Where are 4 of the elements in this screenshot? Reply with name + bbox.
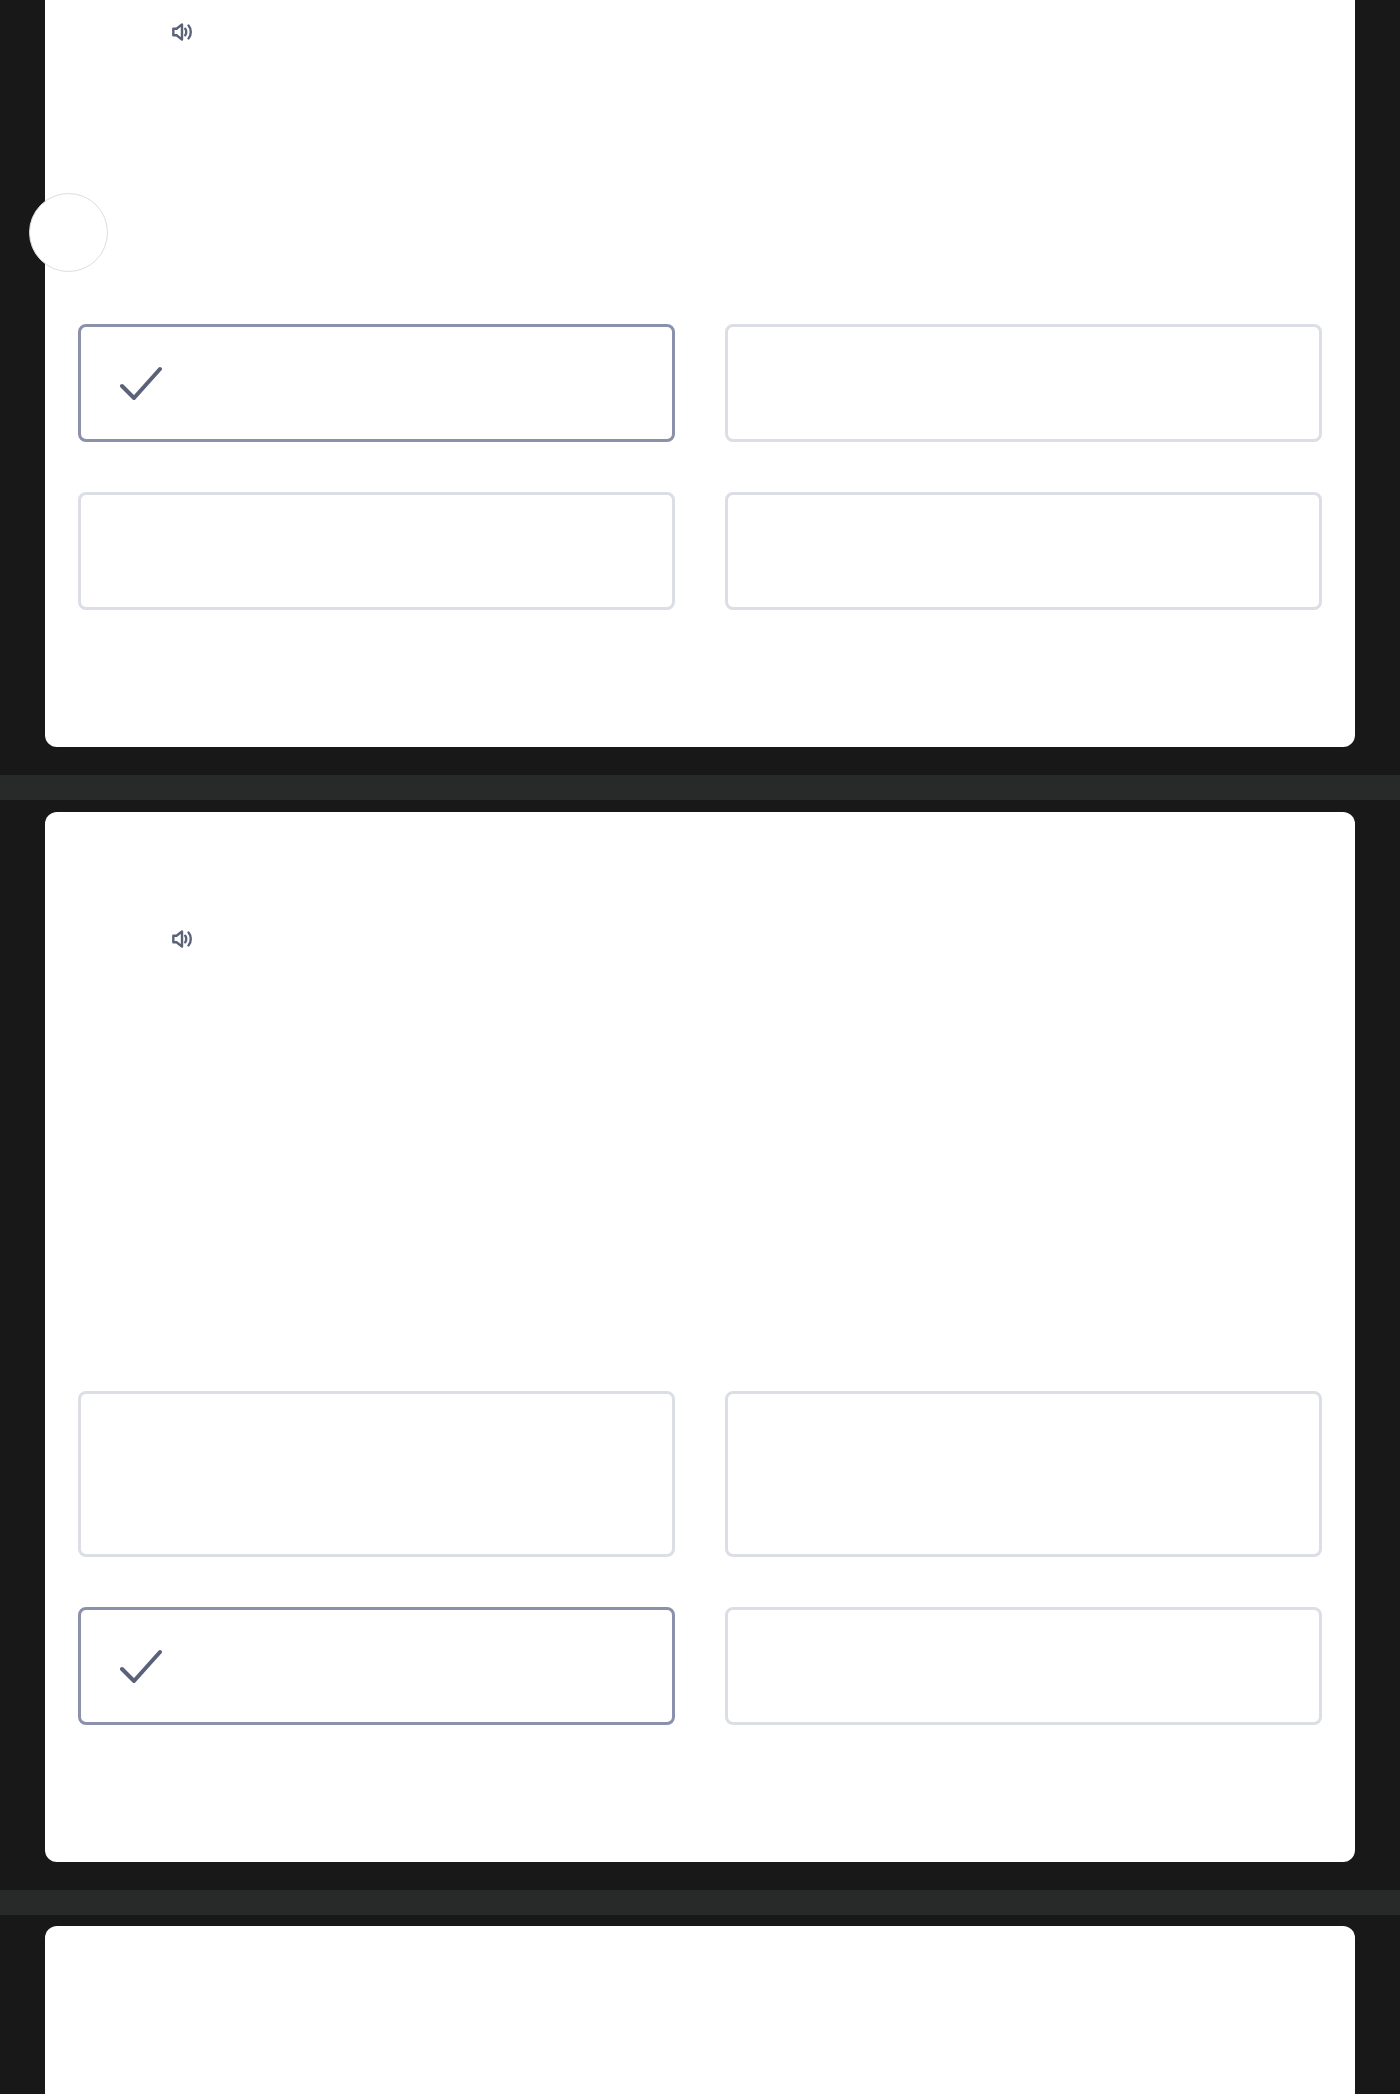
- check-icon: [119, 1649, 163, 1683]
- answer-option[interactable]: [78, 324, 675, 442]
- check-icon: [119, 366, 163, 400]
- answer-option[interactable]: [78, 1607, 675, 1725]
